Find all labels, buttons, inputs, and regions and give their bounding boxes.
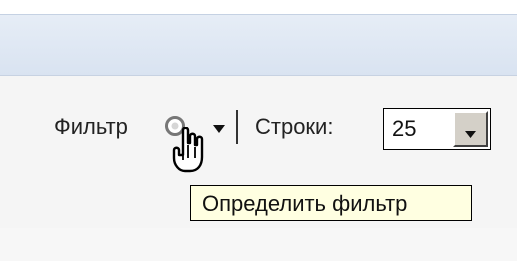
filter-toolbar-screen: Фильтр Строки: 25 Определить фильтр: [0, 0, 517, 261]
tooltip-text: Определить фильтр: [202, 191, 408, 216]
toolbar-separator: [236, 110, 238, 144]
chevron-down-icon[interactable]: [212, 121, 226, 133]
rows-label: Строки:: [255, 114, 334, 139]
chevron-down-icon: [465, 126, 476, 138]
content-area: [0, 228, 517, 261]
top-white-strip: [0, 0, 517, 14]
rows-select-dropdown-button[interactable]: [453, 111, 488, 147]
filter-tooltip: Определить фильтр: [190, 185, 472, 221]
filter-label[interactable]: Фильтр: [54, 114, 128, 140]
rows-per-page-value: 25: [392, 116, 417, 141]
hand-pointer-cursor: [171, 126, 205, 175]
rows-per-page-select[interactable]: 25: [383, 108, 491, 150]
top-blue-band: [0, 14, 517, 76]
